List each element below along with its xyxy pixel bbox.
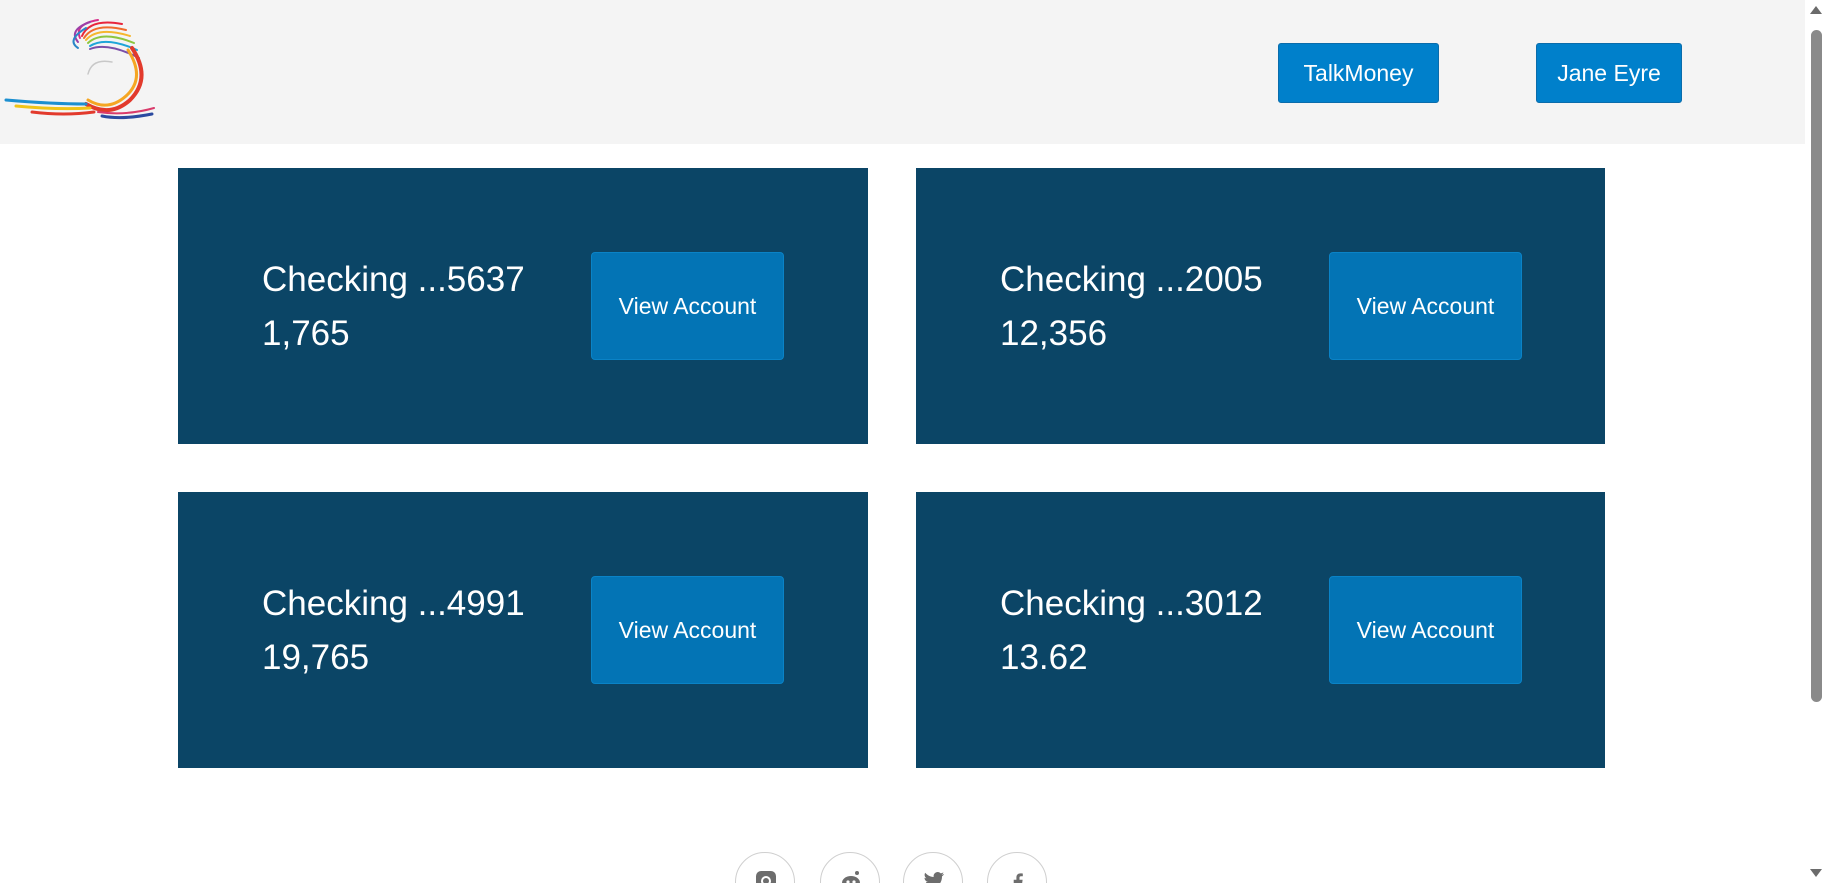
account-card: Checking ...5637 1,765 View Account [178, 168, 868, 444]
account-title: Checking ...4991 [262, 584, 525, 623]
logo[interactable] [2, 18, 158, 123]
user-menu-button[interactable]: Jane Eyre [1536, 43, 1682, 103]
account-title: Checking ...2005 [1000, 260, 1263, 299]
talkmoney-button[interactable]: TalkMoney [1278, 43, 1439, 103]
instagram-icon [756, 871, 776, 883]
twitter-link[interactable] [903, 852, 963, 883]
scroll-down-arrow-icon[interactable] [1810, 869, 1822, 877]
vertical-scrollbar[interactable] [1805, 0, 1827, 883]
account-card: Checking ...2005 12,356 View Account [916, 168, 1605, 444]
scroll-up-arrow-icon[interactable] [1810, 6, 1822, 14]
reddit-link[interactable] [820, 852, 880, 883]
reddit-icon [842, 871, 860, 883]
account-title: Checking ...3012 [1000, 584, 1263, 623]
instagram-link[interactable] [735, 852, 795, 883]
account-balance: 19,765 [262, 638, 370, 677]
top-header: TalkMoney Jane Eyre [0, 0, 1805, 144]
view-account-button[interactable]: View Account [1329, 576, 1522, 684]
view-account-button[interactable]: View Account [1329, 252, 1522, 360]
view-account-button[interactable]: View Account [591, 576, 784, 684]
scroll-thumb[interactable] [1811, 30, 1822, 702]
account-card: Checking ...3012 13.62 View Account [916, 492, 1605, 768]
rainbow-swirl-logo-icon [4, 19, 155, 120]
page: TalkMoney Jane Eyre Checking ...5637 1,7… [0, 0, 1827, 883]
account-card: Checking ...4991 19,765 View Account [178, 492, 868, 768]
facebook-icon [1013, 873, 1023, 883]
twitter-icon [924, 872, 944, 883]
account-balance: 1,765 [262, 314, 350, 353]
account-balance: 12,356 [1000, 314, 1108, 353]
facebook-link[interactable] [987, 852, 1047, 883]
view-account-button[interactable]: View Account [591, 252, 784, 360]
account-title: Checking ...5637 [262, 260, 525, 299]
account-balance: 13.62 [1000, 638, 1088, 677]
